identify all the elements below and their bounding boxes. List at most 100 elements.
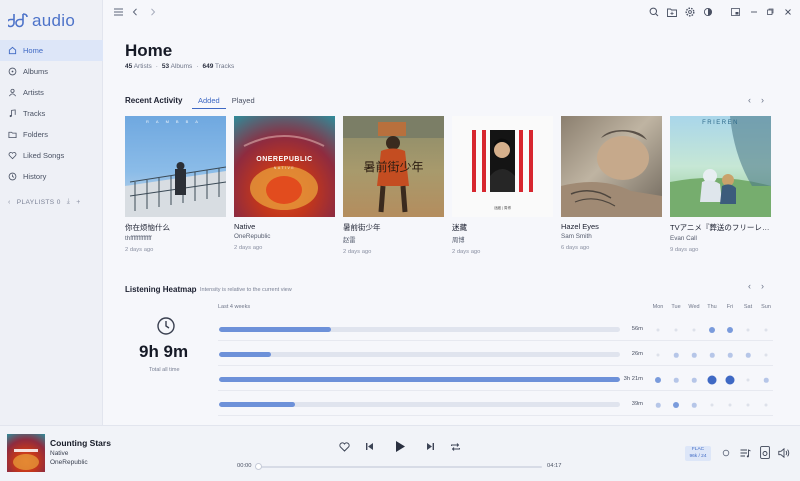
heatmap-cell[interactable] <box>727 352 733 358</box>
heatmap-cell[interactable] <box>725 375 735 385</box>
heatmap-cell[interactable] <box>764 328 768 332</box>
now-playing-title[interactable]: Counting Stars <box>50 438 111 448</box>
album-card[interactable]: ONEREPUBLIC NATIVE Native OneRepublic 2 … <box>234 116 335 255</box>
chevron-left-icon[interactable]: ‹ <box>748 281 751 291</box>
maximize-icon[interactable] <box>764 6 776 18</box>
folder-add-icon[interactable] <box>666 6 678 18</box>
next-button[interactable] <box>424 440 437 453</box>
forward-icon[interactable] <box>147 6 159 18</box>
chevron-right-icon[interactable]: › <box>761 281 764 291</box>
chevron-left-icon[interactable]: ‹ <box>748 95 751 105</box>
album-artist: Evan Call <box>670 235 697 242</box>
sidebar-item-artists[interactable]: Artists <box>0 82 103 103</box>
back-icon[interactable] <box>129 6 141 18</box>
playlists-label: PLAYLISTS <box>16 198 55 206</box>
recent-albums: RAMBBA 你在烦恼什么 thfffffffffffff 2 days ago… <box>125 116 771 255</box>
sidebar-item-home[interactable]: Home <box>0 40 103 61</box>
album-artist: Sam Smith <box>561 233 592 240</box>
heart-icon <box>8 151 17 160</box>
heatmap-cell[interactable] <box>691 352 697 358</box>
player-bar: Counting Stars Native OneRepublic 00:00 … <box>0 425 800 481</box>
heatmap-cell[interactable] <box>655 377 661 383</box>
seek-handle[interactable] <box>255 463 262 470</box>
equalizer-icon[interactable] <box>720 447 731 458</box>
heatmap-cell[interactable] <box>746 378 750 382</box>
recent-activity-title: Recent Activity <box>125 96 183 105</box>
now-playing-cover[interactable] <box>7 434 45 472</box>
heatmap-cell[interactable] <box>707 375 717 385</box>
heatmap-cell[interactable] <box>763 377 769 383</box>
tab-added[interactable]: Added <box>192 94 226 109</box>
heatmap-cell[interactable] <box>727 327 733 333</box>
heatmap-cell[interactable] <box>764 403 768 407</box>
heatmap-cell[interactable] <box>710 403 714 407</box>
app-logo[interactable]: audio <box>8 10 75 32</box>
folder-icon <box>8 130 17 139</box>
sidebar-item-albums[interactable]: Albums <box>0 61 103 82</box>
theme-icon[interactable] <box>702 6 714 18</box>
heatmap-cell[interactable] <box>746 328 750 332</box>
album-card[interactable]: 暑前街少年 暑前街少年 赵雷 2 days ago <box>343 116 444 255</box>
heatmap-cell[interactable] <box>728 403 732 407</box>
day-label: Fri <box>726 304 734 310</box>
heatmap-cell[interactable] <box>745 352 751 358</box>
add-playlist-icon[interactable]: + <box>76 199 81 206</box>
seek-bar[interactable] <box>255 463 542 470</box>
like-button[interactable] <box>338 440 351 453</box>
now-playing-album[interactable]: Native <box>50 450 68 457</box>
day-label: Mon <box>652 304 664 310</box>
repeat-icon <box>451 442 460 451</box>
album-artist: 赵雷 <box>343 237 356 244</box>
heatmap-cell[interactable] <box>691 377 697 383</box>
album-cover: 暑前街少年 <box>343 116 444 217</box>
current-time: 00:00 <box>237 463 252 469</box>
queue-button[interactable] <box>739 446 752 459</box>
menu-icon[interactable] <box>112 6 124 18</box>
heatmap-cell[interactable] <box>655 402 661 408</box>
heatmap-cell[interactable] <box>673 377 679 383</box>
heatmap-cell[interactable] <box>674 328 678 332</box>
heart-icon <box>339 441 350 452</box>
sidebar-item-history[interactable]: History <box>0 166 103 187</box>
import-playlist-icon[interactable]: ⤓ <box>67 198 71 206</box>
mini-player-icon[interactable] <box>729 6 741 18</box>
library-stats: 45 Artists · 53 Albums · 649 Tracks <box>125 63 234 70</box>
chevron-right-icon[interactable]: › <box>761 95 764 105</box>
heatmap-cell[interactable] <box>691 402 697 408</box>
playlists-header: ‹ PLAYLISTS 0 ⤓ + <box>8 198 81 206</box>
week-progress-bar <box>219 352 620 357</box>
play-button[interactable] <box>392 438 408 455</box>
queue-icon <box>740 448 751 457</box>
tab-played[interactable]: Played <box>226 94 261 109</box>
close-icon[interactable] <box>782 6 794 18</box>
heatmap-cell[interactable] <box>709 327 715 333</box>
volume-button[interactable] <box>777 446 791 459</box>
repeat-button[interactable] <box>449 440 462 453</box>
minimize-icon[interactable] <box>748 6 760 18</box>
album-card[interactable]: RAMBBA 你在烦恼什么 thfffffffffffff 2 days ago <box>125 116 226 255</box>
settings-icon[interactable] <box>684 6 696 18</box>
heatmap-cell[interactable] <box>673 352 679 358</box>
week-progress-fill <box>219 352 272 357</box>
previous-button[interactable] <box>363 440 376 453</box>
artists-label: Artists <box>133 63 152 70</box>
search-icon[interactable] <box>648 6 660 18</box>
albums-label: Albums <box>170 63 193 70</box>
album-card[interactable]: 迷藏 | 周博 迷藏 周博 2 days ago <box>452 116 553 255</box>
heatmap-cell[interactable] <box>746 403 750 407</box>
now-playing-artist[interactable]: OneRepublic <box>50 459 88 466</box>
day-label: Sun <box>761 304 771 310</box>
heatmap-cell[interactable] <box>692 328 696 332</box>
heatmap-cell[interactable] <box>673 402 679 408</box>
heatmap-cell[interactable] <box>764 353 768 357</box>
sidebar-item-liked-songs[interactable]: Liked Songs <box>0 145 103 166</box>
lyrics-button[interactable] <box>758 445 771 460</box>
collapse-icon[interactable]: ‹ <box>8 199 11 206</box>
heatmap-cell[interactable] <box>656 353 660 357</box>
heatmap-cell[interactable] <box>709 352 715 358</box>
album-card[interactable]: Hazel Eyes Sam Smith 6 days ago <box>561 116 662 255</box>
sidebar-item-folders[interactable]: Folders <box>0 124 103 145</box>
album-card[interactable]: FRIEREN TVアニメ『葬送のフリーレン』 Evan Call 9 days… <box>670 116 771 255</box>
heatmap-cell[interactable] <box>656 328 660 332</box>
sidebar-item-tracks[interactable]: Tracks <box>0 103 103 124</box>
